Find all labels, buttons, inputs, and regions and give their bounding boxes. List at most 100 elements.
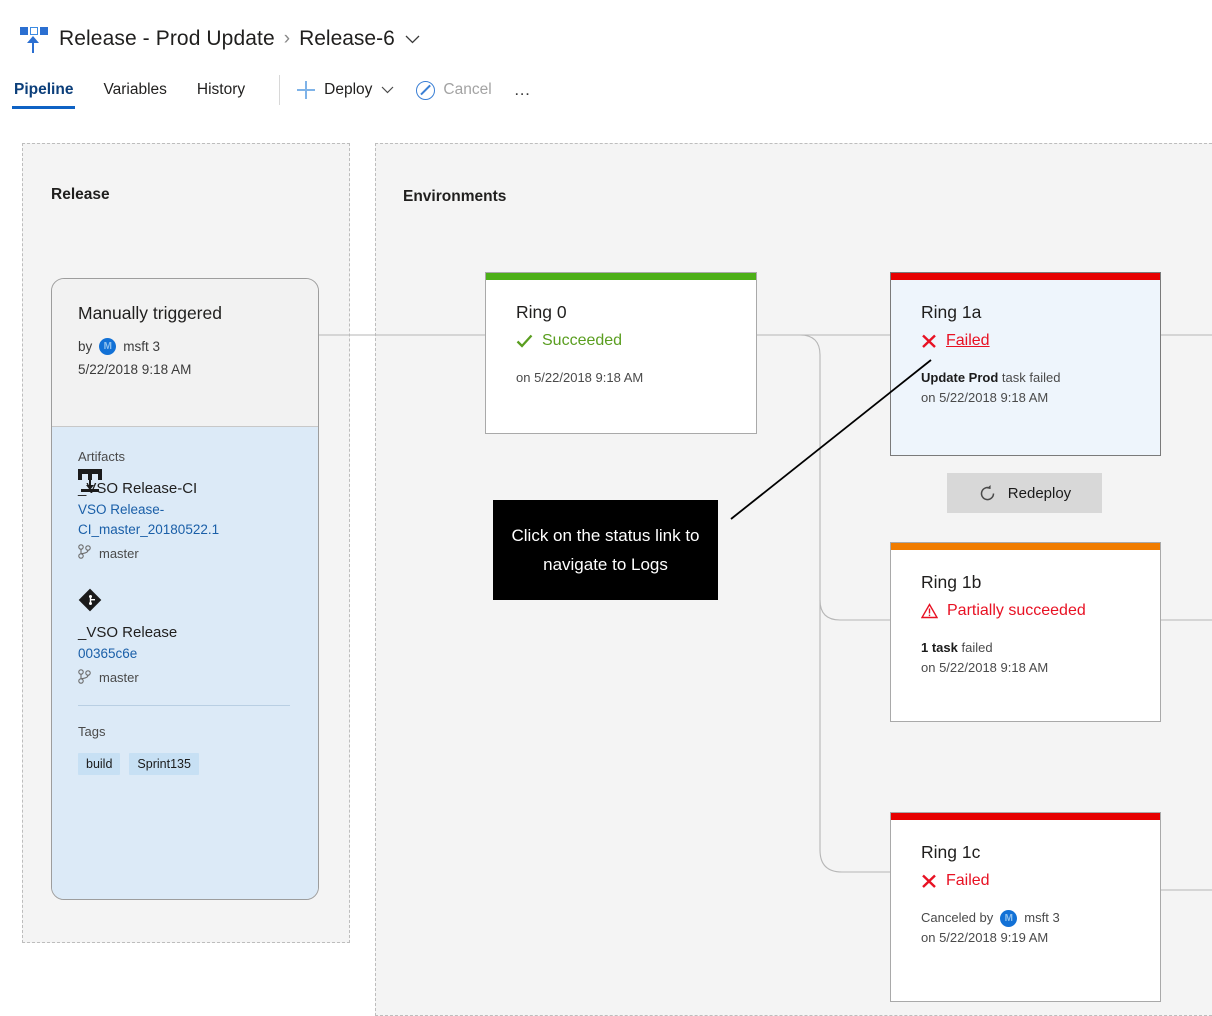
avatar: M — [1000, 909, 1018, 927]
environment-status: Failed — [921, 872, 1130, 890]
status-color-bar — [891, 273, 1160, 280]
environment-card-content: Ring 1b Partially succeeded 1 task faile… — [891, 550, 1160, 678]
environment-status: Failed — [921, 332, 1130, 350]
artifact-branch-name: master — [99, 545, 139, 561]
x-cross-icon — [921, 874, 937, 889]
artifact-item[interactable]: _VSO Release-CI VSO Release-CI_master_20… — [78, 469, 292, 562]
artifacts-label: Artifacts — [78, 449, 125, 464]
environment-timestamp: on 5/22/2018 9:18 AM — [921, 390, 1049, 406]
environment-card-ring-1b[interactable]: Ring 1b Partially succeeded 1 task faile… — [890, 542, 1161, 722]
failed-task-count: 1 task — [921, 640, 958, 655]
artifact-item[interactable]: _VSO Release 00365c6e master — [78, 588, 292, 687]
environment-failure-detail: 1 task failed — [921, 638, 1130, 658]
environment-status-label: Partially succeeded — [947, 602, 1086, 619]
release-pane-title: Release — [51, 186, 110, 203]
environment-card-content: Ring 1a Failed Update Prod task failed o… — [891, 280, 1160, 408]
tab-variables[interactable]: Variables — [103, 81, 166, 109]
cancel-button-label: Cancel — [443, 81, 492, 98]
status-color-bar — [486, 273, 756, 280]
environment-name: Ring 1c — [921, 842, 981, 862]
status-color-bar — [891, 543, 1160, 550]
chevron-down-icon[interactable] — [381, 81, 394, 99]
canceled-by-user: msft 3 — [1024, 910, 1060, 925]
environment-card-ring-0[interactable]: Ring 0 Succeeded on 5/22/2018 9:18 AM — [485, 272, 757, 434]
refresh-circle-icon — [978, 484, 997, 503]
environment-meta: on 5/22/2018 9:18 AM — [516, 368, 726, 388]
environment-card-ring-1a[interactable]: Ring 1a Failed Update Prod task failed o… — [890, 272, 1161, 456]
warning-triangle-icon — [921, 603, 938, 619]
artifact-branch-name: master — [99, 670, 139, 686]
release-trigger-title: Manually triggered — [78, 303, 222, 323]
breadcrumb-separator-icon: › — [283, 28, 291, 49]
environment-status: Succeeded — [516, 332, 726, 350]
artifact-version-link[interactable]: VSO Release-CI_master_20180522.1 — [78, 500, 292, 539]
environment-name: Ring 1b — [921, 572, 982, 592]
x-cross-icon — [921, 334, 937, 349]
artifact-version-link[interactable]: 00365c6e — [78, 644, 292, 664]
checkmark-icon — [516, 334, 533, 349]
environment-name: Ring 1a — [921, 302, 982, 322]
callout-text: Click on the status link to navigate to … — [511, 526, 700, 574]
redeploy-button[interactable]: Redeploy — [947, 473, 1102, 513]
section-divider — [78, 704, 290, 706]
chevron-down-icon[interactable] — [405, 35, 420, 44]
tag-chip[interactable]: build — [78, 752, 121, 775]
environment-card-content: Ring 0 Succeeded on 5/22/2018 9:18 AM — [486, 280, 756, 388]
git-repository-icon — [78, 588, 102, 616]
release-date: 5/22/2018 9:18 AM — [78, 362, 192, 377]
failed-task-suffix: failed — [957, 640, 993, 655]
cancel-circle-slash-icon — [416, 80, 436, 100]
page-header: Release - Prod Update › Release-6 Pipeli… — [0, 0, 1212, 118]
failed-task-name: Update Prod — [921, 370, 999, 385]
environment-timestamp: on 5/22/2018 9:18 AM — [921, 660, 1049, 676]
environment-canceled-by: Canceled by M msft 3 — [921, 908, 1130, 928]
release-pipeline-icon — [14, 22, 48, 56]
environments-pane-title: Environments — [403, 188, 507, 205]
environment-status-label: Failed — [946, 872, 990, 889]
cancel-button[interactable]: Cancel — [416, 80, 492, 110]
callout-tooltip: Click on the status link to navigate to … — [493, 500, 718, 600]
toolbar: Pipeline Variables History Deploy Cancel… — [11, 75, 534, 114]
artifact-name: _VSO Release — [78, 624, 178, 642]
environment-status-label: Succeeded — [542, 332, 623, 349]
breadcrumb-current[interactable]: Release-6 — [299, 27, 395, 51]
environment-card-content: Ring 1c Failed Canceled by M msft 3 on 5… — [891, 820, 1160, 948]
environment-timestamp: on 5/22/2018 9:19 AM — [921, 930, 1049, 946]
environment-failure-detail: Update Prod task failed — [921, 368, 1130, 388]
environment-meta: Update Prod task failed on 5/22/2018 9:1… — [921, 368, 1130, 408]
artifact-name: _VSO Release-CI — [78, 480, 198, 497]
tag-chip[interactable]: Sprint135 — [129, 752, 199, 775]
environment-status: Partially succeeded — [921, 602, 1130, 620]
deploy-button[interactable]: Deploy — [296, 80, 394, 110]
release-user-name: msft 3 — [123, 339, 161, 354]
toolbar-divider — [279, 75, 281, 105]
environment-card-ring-1c[interactable]: Ring 1c Failed Canceled by M msft 3 on 5… — [890, 812, 1161, 1002]
tab-history[interactable]: History — [197, 81, 245, 109]
tag-list: build Sprint135 — [78, 752, 292, 775]
redeploy-button-label: Redeploy — [1007, 484, 1072, 502]
avatar: M — [99, 338, 117, 355]
more-actions-button[interactable]: … — [514, 80, 534, 110]
deploy-button-label: Deploy — [324, 81, 373, 98]
release-triggered-by: by M msft 3 — [78, 338, 292, 355]
environment-timestamp: on 5/22/2018 9:18 AM — [516, 370, 644, 385]
tab-pipeline[interactable]: Pipeline — [11, 81, 76, 109]
release-pipeline-page: Release - Prod Update › Release-6 Pipeli… — [0, 0, 1212, 1016]
artifact-branch: master — [78, 544, 292, 562]
artifact-branch: master — [78, 668, 292, 687]
environment-status-link[interactable]: Failed — [946, 332, 990, 350]
release-card[interactable]: Manually triggered by M msft 3 5/22/2018… — [51, 278, 319, 900]
branch-icon — [78, 544, 91, 562]
branch-icon — [78, 668, 91, 687]
plus-icon — [296, 80, 316, 100]
release-card-header: Manually triggered by M msft 3 5/22/2018… — [52, 279, 318, 426]
release-card-body: Artifacts _VSO Release-CI VSO Release-CI… — [52, 426, 318, 899]
environment-meta: Canceled by M msft 3 on 5/22/2018 9:19 A… — [921, 908, 1130, 948]
status-color-bar — [891, 813, 1160, 820]
environment-name: Ring 0 — [516, 302, 567, 322]
canceled-by-label: Canceled by — [921, 910, 994, 925]
breadcrumb-root[interactable]: Release - Prod Update — [59, 27, 275, 51]
tags-label: Tags — [78, 723, 106, 739]
failed-task-suffix: task failed — [998, 370, 1061, 385]
environment-meta: 1 task failed on 5/22/2018 9:18 AM — [921, 638, 1130, 678]
